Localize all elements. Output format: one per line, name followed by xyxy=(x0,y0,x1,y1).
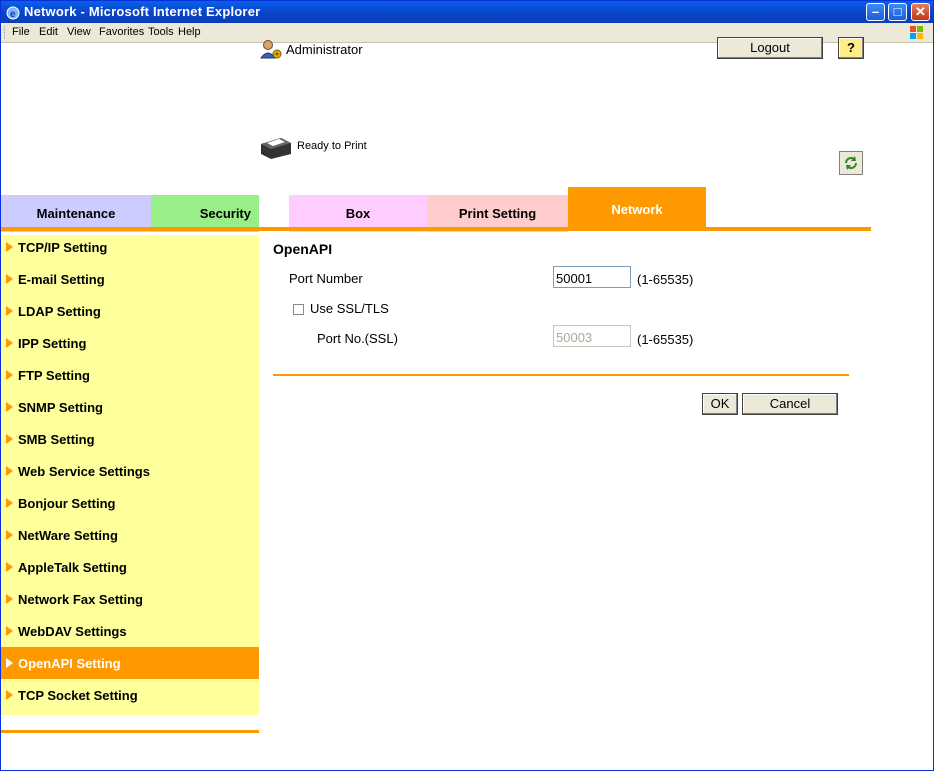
sidebar-item-webdav[interactable]: WebDAV Settings xyxy=(1,615,259,647)
main-tabs: Maintenance Security Box Print Setting N… xyxy=(1,187,871,232)
arrow-right-icon xyxy=(6,498,13,508)
sidebar-item-label: WebDAV Settings xyxy=(18,624,127,639)
arrow-right-icon xyxy=(6,530,13,540)
toolbar-grip xyxy=(4,26,7,39)
administrator-icon xyxy=(260,40,282,59)
use-ssl-label: Use SSL/TLS xyxy=(310,301,389,316)
arrow-right-icon xyxy=(6,242,13,252)
sidebar-item-label: FTP Setting xyxy=(18,368,90,383)
maximize-button[interactable]: □ xyxy=(888,3,907,21)
sidebar-divider xyxy=(1,730,259,733)
sidebar-item-label: E-mail Setting xyxy=(18,272,105,287)
user-label: Administrator xyxy=(286,42,363,57)
ok-button[interactable]: OK xyxy=(702,393,738,415)
sidebar-item-label: SNMP Setting xyxy=(18,400,103,415)
sidebar-item-label: OpenAPI Setting xyxy=(18,656,121,671)
arrow-right-icon xyxy=(6,466,13,476)
port-number-input[interactable] xyxy=(553,266,631,288)
sidebar-item-ipp[interactable]: IPP Setting xyxy=(1,327,259,359)
windows-flag-icon xyxy=(910,26,923,39)
ssl-port-range: (1-65535) xyxy=(637,332,694,347)
sidebar-item-label: IPP Setting xyxy=(18,336,87,351)
arrow-right-icon xyxy=(6,690,13,700)
ie-icon: e xyxy=(6,6,20,20)
close-button[interactable]: ✕ xyxy=(911,3,930,21)
sidebar-item-label: SMB Setting xyxy=(18,432,95,447)
sidebar-item-label: Network Fax Setting xyxy=(18,592,143,607)
sidebar-item-label: TCP/IP Setting xyxy=(18,240,108,255)
arrow-right-icon xyxy=(6,626,13,636)
arrow-right-icon xyxy=(6,594,13,604)
browser-window: e Network - Microsoft Internet Explorer … xyxy=(0,0,934,771)
sidebar-item-web-service[interactable]: Web Service Settings xyxy=(1,455,259,487)
svg-text:e: e xyxy=(10,9,16,20)
sidebar-item-email[interactable]: E-mail Setting xyxy=(1,263,259,295)
window-title: Network - Microsoft Internet Explorer xyxy=(24,4,261,19)
sidebar-item-ldap[interactable]: LDAP Setting xyxy=(1,295,259,327)
title-bar: e Network - Microsoft Internet Explorer … xyxy=(1,1,933,23)
logout-button[interactable]: Logout xyxy=(717,37,823,59)
sidebar-item-ftp[interactable]: FTP Setting xyxy=(1,359,259,391)
status-label: Ready to Print xyxy=(297,140,367,152)
sidebar-item-appletalk[interactable]: AppleTalk Setting xyxy=(1,551,259,583)
minimize-button[interactable]: – xyxy=(866,3,885,21)
sidebar-item-tcp-socket[interactable]: TCP Socket Setting xyxy=(1,679,259,711)
arrow-right-icon xyxy=(6,562,13,572)
close-icon: ✕ xyxy=(915,4,926,19)
refresh-button[interactable] xyxy=(839,151,863,175)
sidebar-item-smb[interactable]: SMB Setting xyxy=(1,423,259,455)
menu-tools[interactable]: Tools xyxy=(148,26,174,38)
arrow-right-icon xyxy=(6,402,13,412)
arrow-right-icon xyxy=(6,434,13,444)
section-heading: OpenAPI xyxy=(273,241,333,257)
arrow-right-icon xyxy=(6,274,13,284)
arrow-right-icon xyxy=(6,658,13,668)
menu-view[interactable]: View xyxy=(67,26,91,38)
menu-favorites[interactable]: Favorites xyxy=(99,26,144,38)
sidebar-item-tcpip[interactable]: TCP/IP Setting xyxy=(1,231,259,263)
sidebar-item-label: NetWare Setting xyxy=(18,528,118,543)
refresh-icon xyxy=(845,156,857,170)
sidebar-item-bonjour[interactable]: Bonjour Setting xyxy=(1,487,259,519)
sidebar-item-openapi[interactable]: OpenAPI Setting xyxy=(1,647,259,679)
help-button[interactable]: ? xyxy=(838,37,864,59)
arrow-right-icon xyxy=(6,306,13,316)
menu-file[interactable]: File xyxy=(12,26,30,38)
sidebar-item-label: Bonjour Setting xyxy=(18,496,116,511)
sidebar-item-snmp[interactable]: SNMP Setting xyxy=(1,391,259,423)
form-divider xyxy=(273,374,849,376)
sidebar-item-label: LDAP Setting xyxy=(18,304,101,319)
arrow-right-icon xyxy=(6,338,13,348)
port-number-range: (1-65535) xyxy=(637,272,694,287)
cancel-button[interactable]: Cancel xyxy=(742,393,838,415)
tab-network[interactable]: Network xyxy=(568,187,706,229)
printer-icon xyxy=(261,138,291,159)
menu-help[interactable]: Help xyxy=(178,26,201,38)
menu-edit[interactable]: Edit xyxy=(39,26,58,38)
ssl-port-input[interactable] xyxy=(553,325,631,347)
ssl-port-label: Port No.(SSL) xyxy=(317,331,398,346)
sidebar-item-label: TCP Socket Setting xyxy=(18,688,138,703)
sidebar-item-label: AppleTalk Setting xyxy=(18,560,127,575)
arrow-right-icon xyxy=(6,370,13,380)
minimize-icon: – xyxy=(871,4,880,19)
sidebar-item-netware[interactable]: NetWare Setting xyxy=(1,519,259,551)
sidebar: TCP/IP Setting E-mail Setting LDAP Setti… xyxy=(1,235,259,715)
port-number-label: Port Number xyxy=(289,271,363,286)
maximize-icon: □ xyxy=(893,4,902,19)
sidebar-item-network-fax[interactable]: Network Fax Setting xyxy=(1,583,259,615)
use-ssl-checkbox[interactable] xyxy=(293,304,304,315)
sidebar-item-label: Web Service Settings xyxy=(18,464,150,479)
help-icon: ? xyxy=(847,40,855,55)
